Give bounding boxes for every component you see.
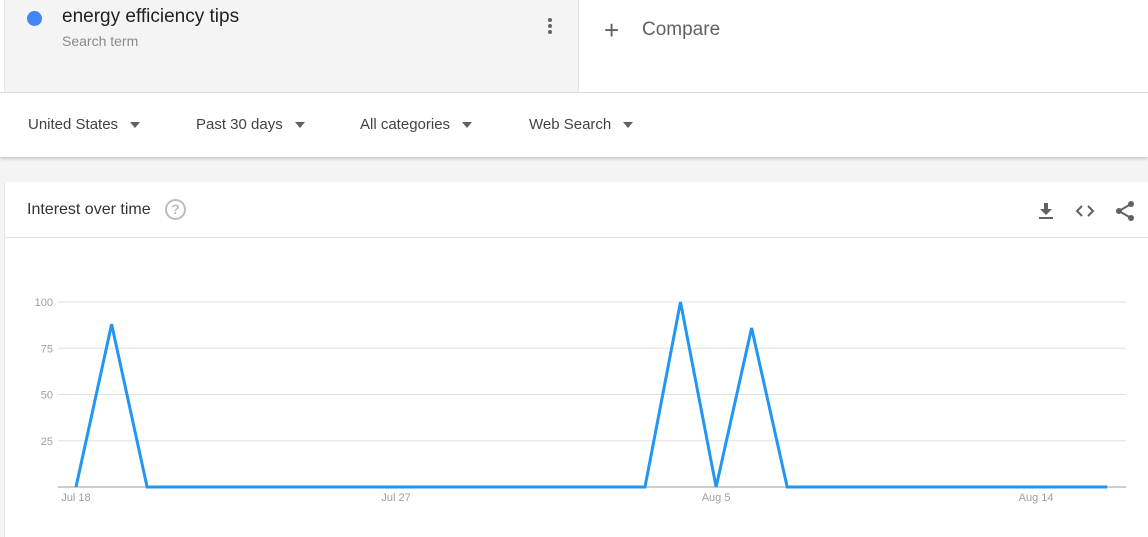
- x-tick-label: Aug 14: [1019, 492, 1054, 504]
- filter-region[interactable]: United States: [28, 116, 141, 133]
- data-point[interactable]: [923, 481, 935, 493]
- data-point[interactable]: [532, 481, 544, 493]
- filter-label: All categories: [360, 116, 451, 133]
- data-point[interactable]: [603, 481, 615, 493]
- caret-down-icon: [623, 121, 634, 128]
- y-tick-label: 75: [41, 343, 53, 355]
- data-point[interactable]: [568, 481, 580, 493]
- y-tick-label: 25: [41, 436, 53, 448]
- filter-label: Web Search: [529, 116, 612, 133]
- filter-time-range[interactable]: Past 30 days: [196, 116, 305, 133]
- data-point[interactable]: [852, 481, 864, 493]
- filter-category[interactable]: All categories: [360, 116, 473, 133]
- x-tick-label: Aug 5: [702, 492, 731, 504]
- data-point[interactable]: [70, 481, 82, 493]
- data-point[interactable]: [746, 322, 758, 334]
- y-tick-label: 50: [41, 390, 53, 402]
- y-tick-label: 100: [35, 297, 53, 309]
- more-vert-icon[interactable]: [545, 18, 555, 38]
- compare-button[interactable]: + Compare: [604, 15, 721, 45]
- caret-down-icon: [462, 121, 473, 128]
- search-terms-bar: energy efficiency tips Search term + Com…: [0, 0, 1148, 93]
- data-point[interactable]: [781, 481, 793, 493]
- data-point[interactable]: [248, 481, 260, 493]
- data-point[interactable]: [212, 481, 224, 493]
- x-tick-label: Jul 18: [61, 492, 90, 504]
- series-color-dot: [27, 11, 42, 26]
- filter-bar: United States Past 30 days All categorie…: [0, 93, 1148, 157]
- data-point[interactable]: [1101, 481, 1113, 493]
- data-point[interactable]: [177, 481, 189, 493]
- caret-down-icon: [130, 121, 141, 128]
- data-point[interactable]: [995, 481, 1007, 493]
- data-point[interactable]: [959, 481, 971, 493]
- data-point[interactable]: [817, 481, 829, 493]
- interest-over-time-card: Interest over time ? 25 50 75 100 Jul 18 Jul…: [4, 182, 1148, 537]
- search-term-card[interactable]: energy efficiency tips Search term: [4, 0, 579, 92]
- data-point[interactable]: [1030, 481, 1042, 493]
- data-point[interactable]: [497, 481, 509, 493]
- x-tick-label: Jul 27: [381, 492, 410, 504]
- data-point[interactable]: [675, 296, 687, 308]
- data-point[interactable]: [354, 481, 366, 493]
- data-point[interactable]: [639, 481, 651, 493]
- plus-icon: +: [604, 15, 620, 45]
- data-point[interactable]: [426, 481, 438, 493]
- data-point[interactable]: [710, 481, 722, 493]
- interest-line-chart: 25 50 75 100 Jul 18 Jul 27 Aug 5 Aug 14: [35, 296, 1126, 504]
- data-point[interactable]: [283, 481, 295, 493]
- data-point[interactable]: [141, 481, 153, 493]
- search-term-subtitle: Search term: [62, 33, 139, 49]
- data-point[interactable]: [888, 481, 900, 493]
- data-point[interactable]: [461, 481, 473, 493]
- filter-label: Past 30 days: [196, 116, 283, 133]
- data-point[interactable]: [390, 481, 402, 493]
- filter-search-type[interactable]: Web Search: [529, 116, 634, 133]
- data-point[interactable]: [106, 318, 118, 330]
- filter-label: United States: [28, 116, 119, 133]
- caret-down-icon: [294, 121, 305, 128]
- data-point[interactable]: [1066, 481, 1078, 493]
- compare-label: Compare: [642, 19, 721, 40]
- data-point[interactable]: [319, 481, 331, 493]
- search-term-name: energy efficiency tips: [62, 6, 240, 27]
